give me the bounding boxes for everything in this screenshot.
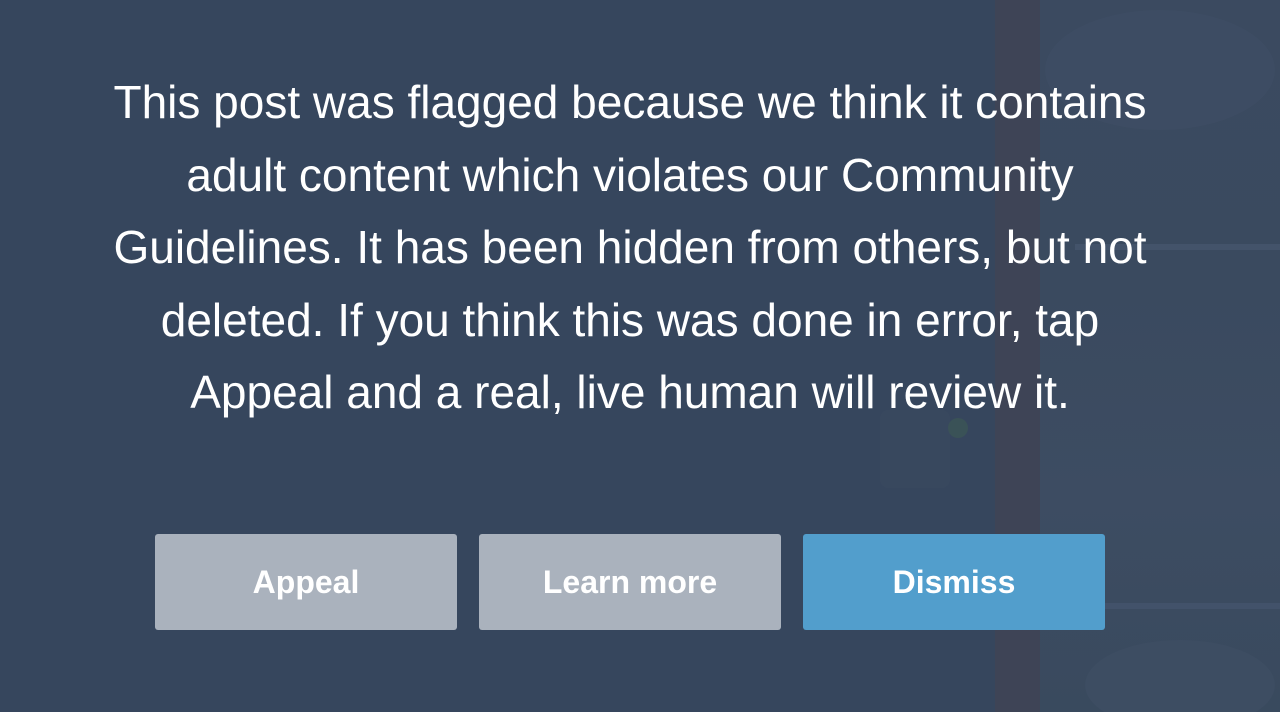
dismiss-button[interactable]: Dismiss <box>803 534 1105 630</box>
flagged-post-overlay: This post was flagged because we think i… <box>0 0 1280 712</box>
learn-more-button[interactable]: Learn more <box>479 534 781 630</box>
appeal-button[interactable]: Appeal <box>155 534 457 630</box>
flag-notice-message: This post was flagged because we think i… <box>113 76 1147 418</box>
action-buttons: Appeal Learn more Dismiss <box>155 534 1105 630</box>
